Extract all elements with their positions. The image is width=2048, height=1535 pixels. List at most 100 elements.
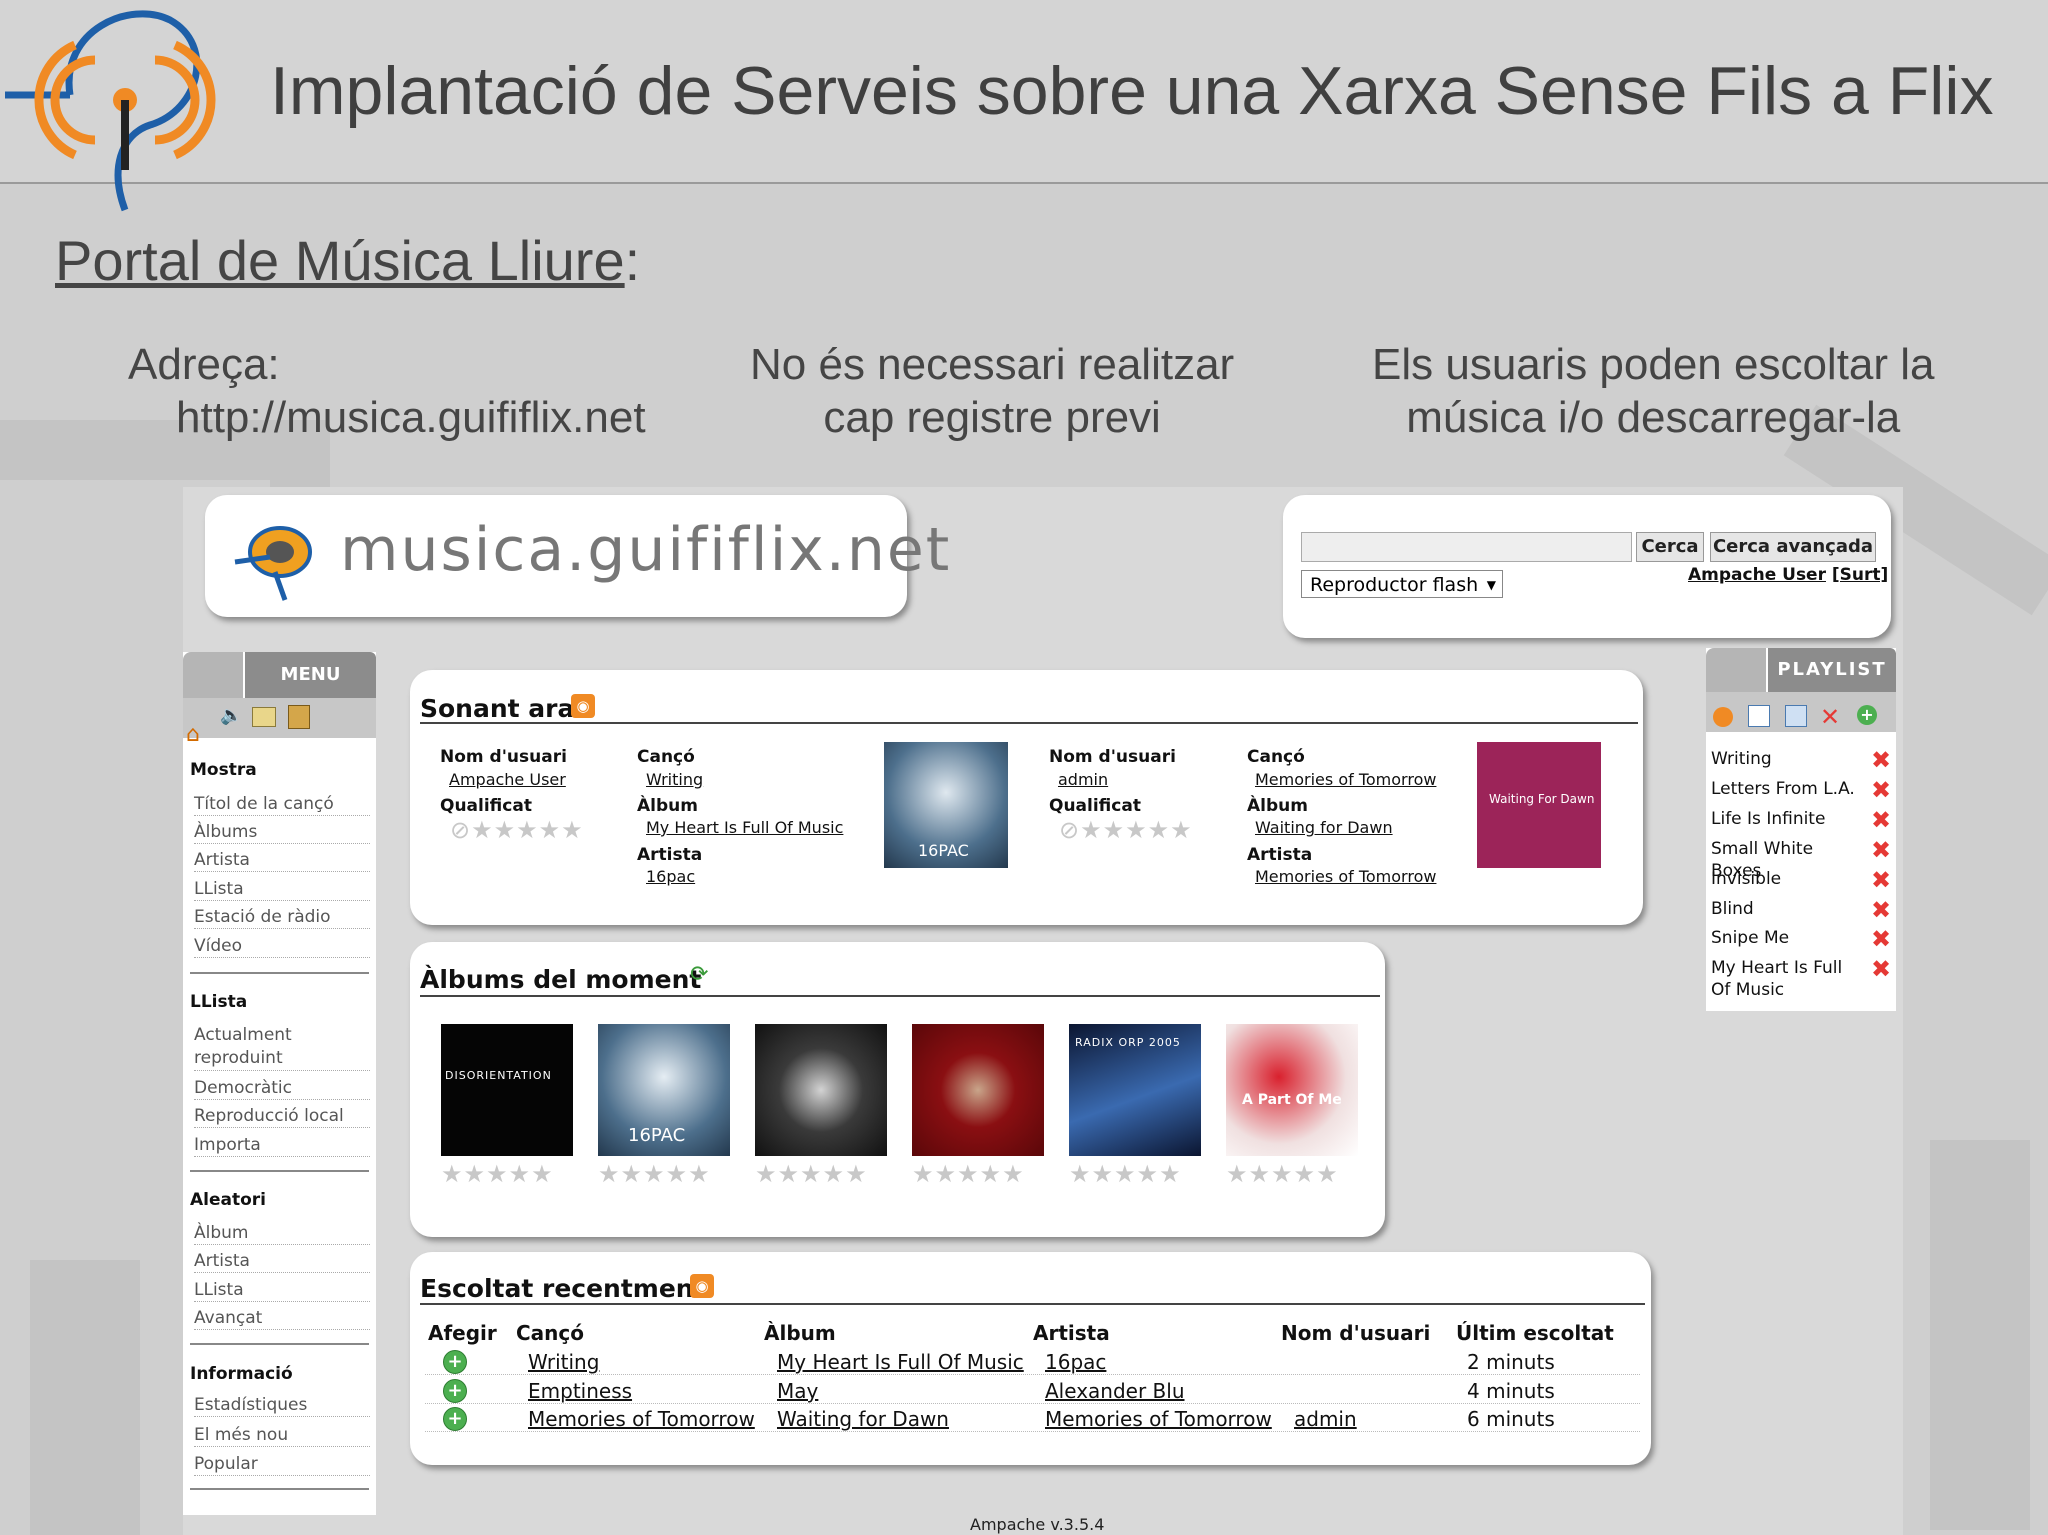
now-playing-album-link[interactable]: My Heart Is Full Of Music xyxy=(646,818,843,837)
playlist-item[interactable]: Invisible xyxy=(1711,868,1866,890)
add-icon[interactable]: + xyxy=(443,1379,467,1403)
menu-item-artist[interactable]: Artista xyxy=(194,849,370,872)
slide-title: Implantació de Serveis sobre una Xarxa S… xyxy=(270,53,1994,129)
play-icon[interactable] xyxy=(1713,707,1733,727)
album-cover[interactable] xyxy=(755,1024,887,1156)
menu-item-albums[interactable]: Àlbums xyxy=(194,821,370,844)
copy-icon[interactable] xyxy=(1785,705,1807,727)
now-playing-song-link[interactable]: Memories of Tomorrow xyxy=(1255,770,1436,789)
now-playing-album-link[interactable]: Waiting for Dawn xyxy=(1255,818,1393,837)
menu-item-democratic[interactable]: Democràtic xyxy=(194,1077,370,1100)
menu-divider xyxy=(190,1170,369,1172)
playlist-item[interactable]: Writing xyxy=(1711,748,1866,770)
label-album: Àlbum xyxy=(1247,796,1308,816)
advanced-search-button[interactable]: Cerca avançada xyxy=(1710,532,1876,562)
album-cover[interactable]: A Part Of Me xyxy=(1226,1024,1358,1156)
menu-tab[interactable]: MENU xyxy=(245,652,376,698)
album-cover[interactable]: 16PAC xyxy=(884,742,1008,868)
rating-stars[interactable]: ⊘★★★★★ xyxy=(450,816,584,844)
recent-song-link[interactable]: Emptiness xyxy=(528,1379,632,1403)
menu-item-radio[interactable]: Estació de ràdio xyxy=(194,906,370,929)
album-cover[interactable]: RADIX ORP 2005 xyxy=(1069,1024,1201,1156)
rating-stars[interactable]: ★★★★★ xyxy=(1226,1160,1339,1188)
logout-link[interactable]: [Surt] xyxy=(1832,565,1888,585)
remove-icon[interactable]: ✖ xyxy=(1870,808,1892,832)
now-playing-song-link[interactable]: Writing xyxy=(646,770,703,789)
menu-item-song-title[interactable]: Títol de la cançó xyxy=(194,793,370,816)
clear-icon[interactable]: ✕ xyxy=(1820,703,1840,731)
rating-stars[interactable]: ★★★★★ xyxy=(755,1160,868,1188)
menu-item-local-play[interactable]: Reproducció local xyxy=(194,1105,370,1128)
add-icon[interactable]: + xyxy=(443,1350,467,1374)
menu-item-now-playing[interactable]: Actualment reproduint xyxy=(194,1024,370,1071)
column-header-user[interactable]: Nom d'usuari xyxy=(1281,1321,1430,1345)
menu-divider xyxy=(190,1488,369,1490)
rss-icon[interactable]: ◉ xyxy=(571,694,595,718)
playlist-item[interactable]: Blind xyxy=(1711,898,1866,920)
menu-item-random-advanced[interactable]: Avançat xyxy=(194,1307,370,1330)
menu-item-statistics[interactable]: Estadístiques xyxy=(194,1394,370,1417)
playlist-item[interactable]: Life Is Infinite xyxy=(1711,808,1866,830)
menu-item-import[interactable]: Importa xyxy=(194,1134,370,1157)
speaker-icon[interactable]: 🔈 xyxy=(220,705,242,726)
book-icon[interactable] xyxy=(288,705,310,729)
remove-icon[interactable]: ✖ xyxy=(1870,898,1892,922)
rss-icon[interactable]: ◉ xyxy=(690,1274,714,1298)
rating-stars[interactable]: ★★★★★ xyxy=(912,1160,1025,1188)
playlist-item[interactable]: Snipe Me xyxy=(1711,927,1866,949)
recent-album-link[interactable]: Waiting for Dawn xyxy=(777,1407,949,1431)
menu-item-random-list[interactable]: LLista xyxy=(194,1279,370,1302)
column-header-song[interactable]: Cançó xyxy=(516,1321,584,1345)
user-link[interactable]: Ampache User xyxy=(1688,565,1826,585)
remove-icon[interactable]: ✖ xyxy=(1870,838,1892,862)
recent-artist-link[interactable]: Memories of Tomorrow xyxy=(1045,1407,1272,1431)
column-header-last-played[interactable]: Últim escoltat xyxy=(1456,1321,1614,1345)
remove-icon[interactable]: ✖ xyxy=(1870,748,1892,772)
player-select[interactable]: Reproductor flash ▼ xyxy=(1301,570,1503,598)
label-song: Cançó xyxy=(1247,747,1305,767)
now-playing-user-link[interactable]: Ampache User xyxy=(449,770,566,789)
label-album: Àlbum xyxy=(637,796,698,816)
now-playing-artist-link[interactable]: Memories of Tomorrow xyxy=(1255,867,1436,886)
remove-icon[interactable]: ✖ xyxy=(1870,957,1892,981)
add-icon[interactable]: + xyxy=(1857,705,1877,725)
recent-song-link[interactable]: Memories of Tomorrow xyxy=(528,1407,755,1431)
save-icon[interactable] xyxy=(1748,705,1770,727)
recent-artist-link[interactable]: Alexander Blu xyxy=(1045,1379,1185,1403)
column-header-album[interactable]: Àlbum xyxy=(764,1321,836,1345)
now-playing-artist-link[interactable]: 16pac xyxy=(646,867,695,886)
recent-artist-link[interactable]: 16pac xyxy=(1045,1350,1106,1374)
refresh-icon[interactable]: ⟳ xyxy=(690,962,708,987)
album-cover[interactable]: 16PAC xyxy=(598,1024,730,1156)
menu-item-video[interactable]: Vídeo xyxy=(194,935,370,958)
recent-song-link[interactable]: Writing xyxy=(528,1350,599,1374)
menu-item-random-artist[interactable]: Artista xyxy=(194,1250,370,1273)
playlist-item[interactable]: Letters From L.A. xyxy=(1711,778,1866,800)
rating-stars[interactable]: ★★★★★ xyxy=(598,1160,711,1188)
menu-item-newest[interactable]: El més nou xyxy=(194,1424,370,1447)
album-cover[interactable] xyxy=(912,1024,1044,1156)
album-cover[interactable]: DISORIENTATION xyxy=(441,1024,573,1156)
remove-icon[interactable]: ✖ xyxy=(1870,778,1892,802)
playlist-tab[interactable]: PLAYLIST xyxy=(1768,648,1896,692)
album-cover[interactable]: Waiting For Dawn xyxy=(1477,742,1601,868)
remove-icon[interactable]: ✖ xyxy=(1870,927,1892,951)
remove-icon[interactable]: ✖ xyxy=(1870,868,1892,892)
now-playing-user-link[interactable]: admin xyxy=(1058,770,1108,789)
rating-stars[interactable]: ★★★★★ xyxy=(441,1160,554,1188)
rating-stars[interactable]: ⊘★★★★★ xyxy=(1059,816,1193,844)
search-input[interactable] xyxy=(1301,532,1632,562)
recent-user-link[interactable]: admin xyxy=(1294,1407,1357,1431)
add-icon[interactable]: + xyxy=(443,1407,467,1431)
home-icon[interactable]: ⌂ xyxy=(186,722,200,747)
menu-item-random-album[interactable]: Àlbum xyxy=(194,1222,370,1245)
recent-album-link[interactable]: May xyxy=(777,1379,818,1403)
column-header-artist[interactable]: Artista xyxy=(1033,1321,1110,1345)
recent-album-link[interactable]: My Heart Is Full Of Music xyxy=(777,1350,1024,1374)
search-button[interactable]: Cerca xyxy=(1636,532,1704,562)
menu-item-popular[interactable]: Popular xyxy=(194,1453,370,1476)
playlist-icon[interactable] xyxy=(252,707,276,727)
playlist-item[interactable]: My Heart Is Full Of Music xyxy=(1711,957,1866,1001)
rating-stars[interactable]: ★★★★★ xyxy=(1069,1160,1182,1188)
menu-item-list[interactable]: LLista xyxy=(194,878,370,901)
